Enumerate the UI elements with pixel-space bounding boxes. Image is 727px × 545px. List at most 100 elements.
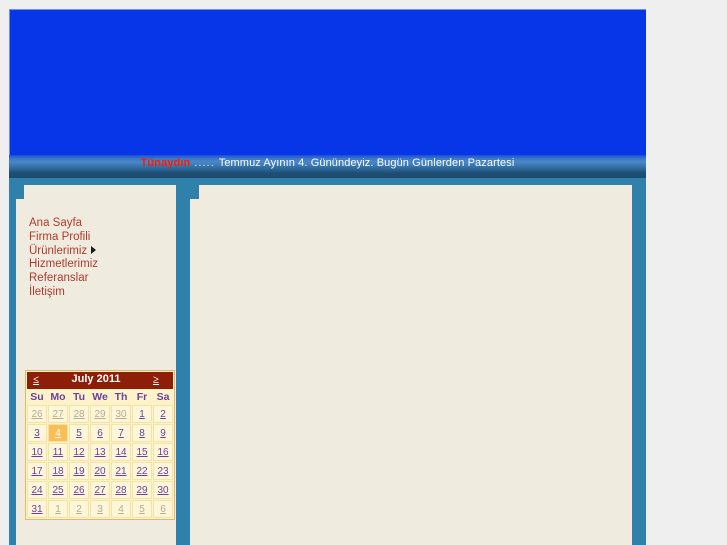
calendar-next-month-button[interactable]: ≥ (153, 374, 159, 386)
calendar-day[interactable]: 29 (90, 405, 110, 423)
nav-item-label: Ürünlerimiz (29, 244, 88, 257)
calendar-day[interactable]: 15 (132, 443, 152, 461)
nav-item-2[interactable]: Ürünlerimiz (29, 245, 169, 259)
calendar-day[interactable]: 20 (90, 462, 110, 480)
calendar-day-link[interactable]: 23 (157, 466, 168, 477)
calendar-day[interactable]: 24 (27, 481, 47, 499)
calendar-day[interactable]: 2 (69, 500, 89, 518)
calendar-day-link[interactable]: 27 (52, 409, 63, 420)
calendar-day[interactable]: 22 (132, 462, 152, 480)
calendar-day-link[interactable]: 26 (73, 485, 84, 496)
calendar-day[interactable]: 28 (69, 405, 89, 423)
calendar-day-link[interactable]: 20 (94, 466, 105, 477)
calendar-day[interactable]: 5 (132, 500, 152, 518)
nav-item-5[interactable]: İletişim (29, 286, 169, 300)
nav-item-label: Referanslar (29, 272, 89, 285)
calendar-day-link[interactable]: 2 (160, 409, 166, 420)
nav-item-1[interactable]: Firma Profili (29, 231, 169, 245)
calendar-day-link[interactable]: 9 (160, 428, 166, 439)
calendar-day-link[interactable]: 31 (31, 504, 42, 515)
calendar-day-link[interactable]: 4 (55, 428, 61, 439)
calendar-day[interactable]: 10 (27, 443, 47, 461)
calendar-day-link[interactable]: 3 (97, 504, 103, 515)
calendar-day[interactable]: 27 (48, 405, 68, 423)
calendar-day[interactable]: 30 (153, 481, 173, 499)
calendar-day[interactable]: 19 (69, 462, 89, 480)
nav-item-label: Firma Profili (29, 230, 91, 243)
calendar-day-link[interactable]: 14 (115, 447, 126, 458)
calendar-day[interactable]: 1 (48, 500, 68, 518)
calendar-day-link[interactable]: 12 (73, 447, 84, 458)
calendar-day-link[interactable]: 29 (136, 485, 147, 496)
calendar-day[interactable]: 17 (27, 462, 47, 480)
calendar-day-link[interactable]: 4 (118, 504, 124, 515)
nav-item-0[interactable]: Ana Sayfa (29, 217, 169, 231)
calendar-day[interactable]: 6 (153, 500, 173, 518)
calendar-day[interactable]: 9 (153, 424, 173, 442)
nav-item-4[interactable]: Referanslar (29, 272, 169, 286)
calendar-day[interactable]: 28 (111, 481, 131, 499)
calendar-day-link[interactable]: 5 (139, 504, 145, 515)
calendar-day-link[interactable]: 11 (53, 447, 63, 458)
calendar-day-link[interactable]: 27 (94, 485, 105, 496)
calendar-day-link[interactable]: 28 (115, 485, 126, 496)
calendar-day-link[interactable]: 8 (139, 428, 145, 439)
calendar-day-link[interactable]: 18 (52, 466, 63, 477)
calendar-day[interactable]: 29 (132, 481, 152, 499)
nav-item-label: İletişim (29, 285, 65, 298)
calendar-day-link[interactable]: 21 (115, 466, 126, 477)
calendar-day[interactable]: 30 (111, 405, 131, 423)
calendar-day[interactable]: 1 (132, 405, 152, 423)
calendar-day-link[interactable]: 7 (118, 428, 124, 439)
nav-item-3[interactable]: Hizmetlerimiz (29, 258, 169, 272)
calendar-day-link[interactable]: 26 (31, 409, 42, 420)
calendar-day-link[interactable]: 2 (76, 504, 82, 515)
calendar-day-selected[interactable]: 4 (48, 424, 68, 442)
calendar-day-link[interactable]: 22 (136, 466, 147, 477)
calendar-day-link[interactable]: 30 (115, 409, 126, 420)
calendar-day-link[interactable]: 10 (31, 447, 42, 458)
sidebar-panel: Ana Sayfa Firma Profili Ürünlerimiz Hizmetl… (16, 185, 176, 545)
calendar-day-link[interactable]: 1 (139, 409, 145, 420)
calendar-day-link[interactable]: 28 (73, 409, 84, 420)
calendar-day[interactable]: 12 (69, 443, 89, 461)
sidebar-panel-notch (16, 185, 24, 199)
calendar-day-link[interactable]: 5 (76, 428, 82, 439)
calendar-day[interactable]: 14 (111, 443, 131, 461)
calendar-day[interactable]: 3 (27, 424, 47, 442)
calendar-day-link[interactable]: 1 (55, 504, 61, 515)
calendar-day[interactable]: 26 (69, 481, 89, 499)
calendar-day[interactable]: 7 (111, 424, 131, 442)
greeting-message: Temmuz Ayının 4. Günündeyiz. Bugün Günle… (218, 157, 515, 169)
calendar-day-link[interactable]: 13 (94, 447, 105, 458)
calendar-day[interactable]: 13 (90, 443, 110, 461)
calendar-day[interactable]: 27 (90, 481, 110, 499)
calendar-day[interactable]: 11 (48, 443, 68, 461)
calendar-day[interactable]: 25 (48, 481, 68, 499)
calendar-day[interactable]: 8 (132, 424, 152, 442)
calendar-day[interactable]: 31 (27, 500, 47, 518)
calendar-day[interactable]: 23 (153, 462, 173, 480)
calendar-day-link[interactable]: 29 (94, 409, 105, 420)
calendar-header-row: ≤ July 2011 ≥ (27, 372, 173, 389)
calendar-day-link[interactable]: 19 (73, 466, 84, 477)
calendar-day-link[interactable]: 15 (136, 447, 147, 458)
calendar-day-link[interactable]: 25 (52, 485, 63, 496)
calendar-day[interactable]: 6 (90, 424, 110, 442)
calendar-day[interactable]: 2 (153, 405, 173, 423)
calendar-day[interactable]: 5 (69, 424, 89, 442)
calendar-day[interactable]: 18 (48, 462, 68, 480)
main-navigation: Ana Sayfa Firma Profili Ürünlerimiz Hizmetl… (29, 217, 169, 300)
calendar-day[interactable]: 16 (153, 443, 173, 461)
calendar-day-link[interactable]: 3 (34, 428, 40, 439)
calendar-day[interactable]: 26 (27, 405, 47, 423)
calendar-day-link[interactable]: 24 (31, 485, 42, 496)
calendar-day-link[interactable]: 6 (160, 504, 166, 515)
calendar-day-link[interactable]: 17 (31, 466, 42, 477)
calendar-day-link[interactable]: 6 (97, 428, 103, 439)
calendar-day[interactable]: 4 (111, 500, 131, 518)
calendar-day[interactable]: 3 (90, 500, 110, 518)
calendar-day[interactable]: 21 (111, 462, 131, 480)
calendar-day-link[interactable]: 16 (157, 447, 168, 458)
calendar-day-link[interactable]: 30 (157, 485, 168, 496)
